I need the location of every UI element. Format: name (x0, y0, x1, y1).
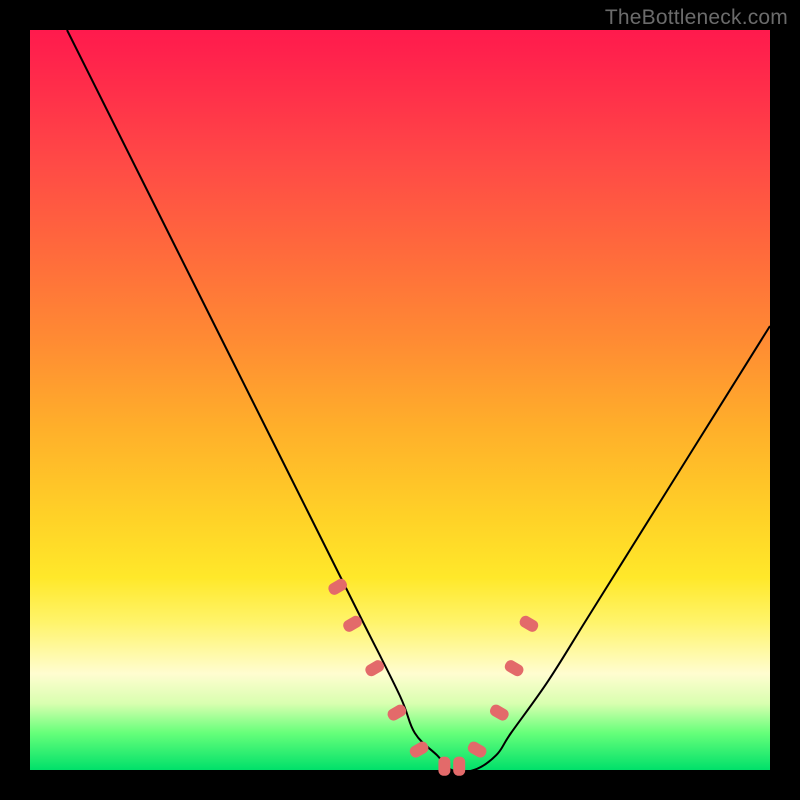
highlight-dot (408, 740, 431, 760)
watermark-label: TheBottleneck.com (605, 6, 788, 30)
highlight-dot (438, 757, 450, 776)
highlight-dot (326, 577, 349, 597)
highlight-dot (503, 658, 526, 678)
highlight-dot (453, 757, 465, 776)
plot-area (30, 30, 770, 770)
highlight-dot (518, 614, 541, 634)
bottleneck-curve (67, 30, 770, 772)
chart-frame: TheBottleneck.com (0, 0, 800, 800)
chart-svg (30, 30, 770, 770)
highlight-dots (326, 577, 540, 776)
highlight-dot (466, 740, 489, 760)
highlight-dot (488, 703, 511, 723)
